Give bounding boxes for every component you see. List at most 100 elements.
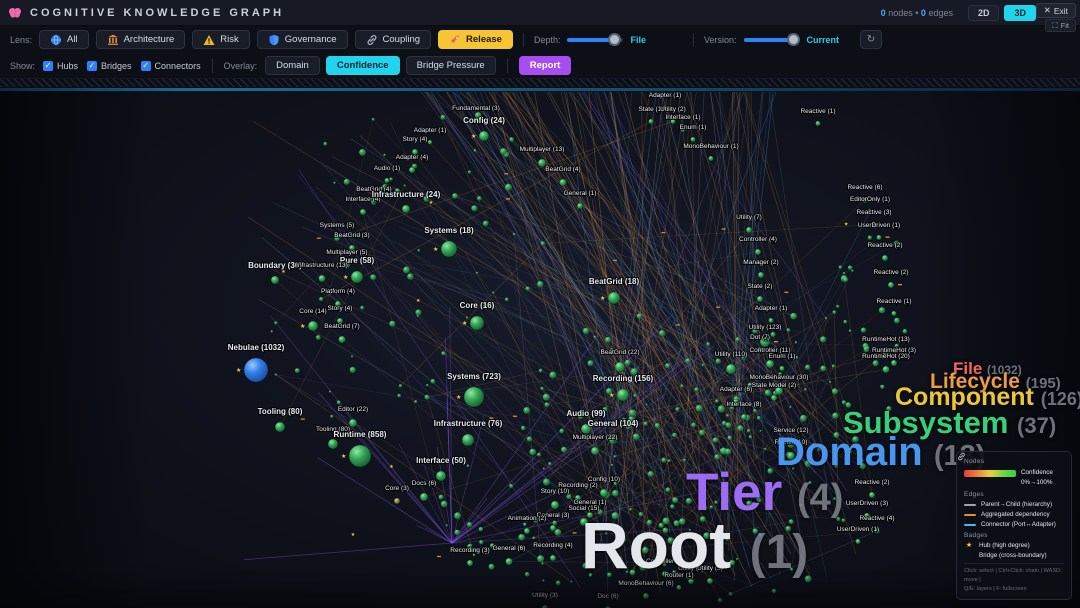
graph-node[interactable]: [360, 306, 364, 310]
exit-button[interactable]: ✕ Exit: [1036, 3, 1076, 18]
graph-node[interactable]: [560, 429, 565, 434]
graph-node[interactable]: [600, 489, 608, 497]
graph-node[interactable]: [805, 365, 810, 370]
graph-node[interactable]: [420, 493, 428, 501]
graph-node[interactable]: [608, 292, 620, 304]
graph-node[interactable]: [316, 335, 321, 340]
graph-node[interactable]: [833, 310, 837, 314]
graph-node[interactable]: [892, 311, 897, 316]
graph-node[interactable]: [649, 119, 654, 124]
graph-node[interactable]: [686, 498, 692, 504]
graph-node[interactable]: [580, 518, 588, 526]
graph-node[interactable]: [409, 167, 415, 173]
graph-node[interactable]: [471, 205, 477, 211]
graph-node[interactable]: [509, 484, 513, 488]
graph-node[interactable]: [439, 495, 444, 500]
graph-node[interactable]: [351, 355, 353, 357]
graph-node[interactable]: [324, 142, 328, 146]
graph-node[interactable]: [741, 414, 747, 420]
graph-node[interactable]: [479, 540, 483, 544]
graph-node[interactable]: [800, 415, 807, 422]
graph-node[interactable]: [436, 471, 446, 481]
graph-node[interactable]: [271, 330, 273, 332]
graph-node[interactable]: [479, 131, 489, 141]
lens-button-all[interactable]: All: [39, 30, 89, 49]
graph-node[interactable]: [647, 520, 652, 525]
graph-node[interactable]: [655, 423, 660, 428]
graph-node[interactable]: [431, 379, 436, 384]
graph-node[interactable]: [319, 297, 323, 301]
graph-node[interactable]: [556, 581, 561, 586]
graph-node[interactable]: [852, 436, 859, 443]
graph-node[interactable]: [462, 434, 474, 446]
graph-node[interactable]: [880, 453, 884, 457]
graph-node[interactable]: [633, 571, 635, 573]
graph-node[interactable]: [726, 364, 736, 374]
graph-node[interactable]: [702, 505, 707, 510]
graph-node[interactable]: [561, 447, 567, 453]
checkbox-bridges[interactable]: ✓Bridges: [87, 61, 132, 71]
graph-node[interactable]: [403, 267, 410, 274]
graph-node[interactable]: [759, 533, 763, 537]
graph-node[interactable]: [792, 467, 794, 469]
graph-node[interactable]: [771, 332, 776, 337]
graph-node[interactable]: [483, 221, 489, 227]
graph-node[interactable]: [860, 459, 863, 462]
graph-node[interactable]: [399, 384, 402, 387]
graph-node[interactable]: [577, 203, 583, 209]
graph-node[interactable]: [271, 276, 279, 284]
graph-node[interactable]: [663, 517, 670, 524]
graph-node[interactable]: [477, 196, 482, 201]
graph-node[interactable]: [633, 394, 636, 397]
graph-node[interactable]: [506, 558, 513, 565]
graph-node[interactable]: [275, 422, 285, 432]
graph-node[interactable]: [454, 530, 460, 536]
graph-node[interactable]: [454, 512, 461, 519]
depth-slider[interactable]: [567, 38, 623, 42]
graph-node[interactable]: [672, 433, 677, 438]
graph-node[interactable]: [441, 501, 448, 508]
graph-node[interactable]: [766, 360, 774, 368]
graph-node[interactable]: [780, 366, 785, 371]
graph-node[interactable]: [548, 462, 551, 465]
graph-node[interactable]: [856, 539, 861, 544]
graph-node[interactable]: [349, 419, 357, 427]
graph-node[interactable]: [759, 430, 761, 432]
graph-node[interactable]: [795, 356, 798, 359]
graph-node[interactable]: [686, 358, 691, 363]
graph-node[interactable]: [583, 328, 589, 334]
graph-node[interactable]: [537, 453, 541, 457]
graph-node[interactable]: [825, 317, 827, 319]
graph-node[interactable]: [344, 179, 350, 185]
graph-node[interactable]: [385, 178, 390, 183]
graph-node[interactable]: [706, 342, 710, 346]
lens-button-architecture[interactable]: Architecture: [96, 30, 186, 49]
graph-node[interactable]: [337, 400, 341, 404]
graph-node[interactable]: [467, 464, 470, 467]
graph-node[interactable]: [642, 547, 648, 553]
graph-node[interactable]: [550, 555, 556, 561]
graph-node[interactable]: [832, 412, 838, 418]
lens-button-risk[interactable]: Risk: [192, 30, 249, 49]
graph-node[interactable]: [691, 137, 696, 142]
graph-node[interactable]: [415, 309, 421, 315]
graph-node[interactable]: [817, 448, 820, 451]
graph-node[interactable]: [476, 272, 478, 274]
graph-node[interactable]: [873, 360, 879, 366]
graph-node[interactable]: [359, 149, 366, 156]
graph-node[interactable]: [663, 528, 669, 534]
fit-button[interactable]: ⛶ Fit: [1045, 19, 1076, 32]
graph-node[interactable]: [587, 512, 593, 518]
lens-button-governance[interactable]: Governance: [257, 30, 348, 49]
graph-node[interactable]: [842, 400, 846, 404]
graph-node[interactable]: [625, 360, 631, 366]
graph-node[interactable]: [677, 585, 682, 590]
graph-node[interactable]: [550, 525, 556, 531]
graph-node[interactable]: [637, 313, 642, 318]
graph-node[interactable]: [757, 416, 761, 420]
graph-node[interactable]: [527, 436, 532, 441]
graph-node[interactable]: [543, 394, 550, 401]
graph-node[interactable]: [607, 573, 611, 577]
graph-node[interactable]: [714, 501, 717, 504]
graph-node[interactable]: [549, 372, 556, 379]
